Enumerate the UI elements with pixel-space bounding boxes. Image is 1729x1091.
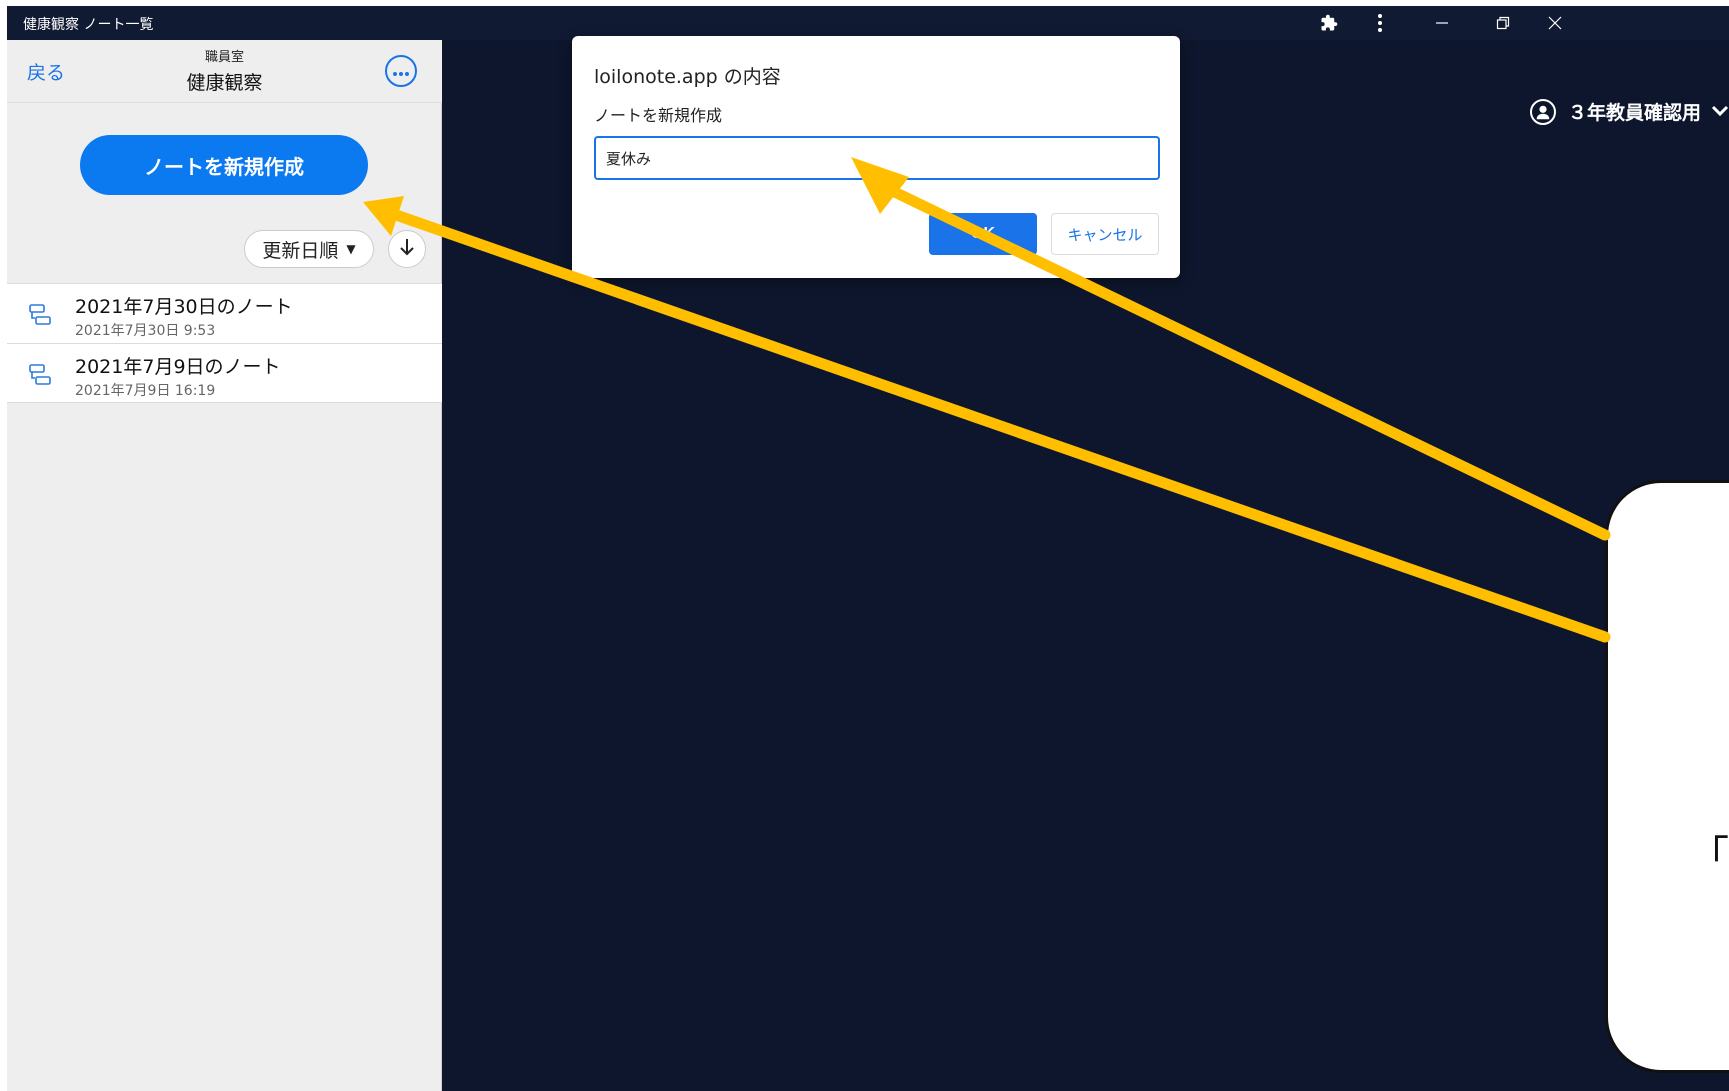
title-bar: 健康観察 ノート一覧 (7, 6, 1729, 40)
extension-puzzle-icon[interactable] (1309, 6, 1349, 40)
kebab-menu-icon[interactable] (1360, 6, 1400, 40)
folder-title: 健康観察 (186, 72, 263, 94)
more-options-button[interactable] (385, 55, 417, 87)
window-title: 健康観察 ノート一覧 (23, 17, 154, 33)
ellipsis-icon (392, 61, 410, 82)
restore-window-icon[interactable] (1483, 6, 1523, 40)
callout-text: 「夏 (1689, 833, 1729, 879)
cancel-button[interactable]: キャンセル (1051, 213, 1159, 255)
arrow-down-icon (399, 237, 415, 261)
note-icon (27, 304, 53, 326)
caret-down-icon: ▼ (346, 242, 356, 256)
note-date: 2021年7月30日 9:53 (75, 323, 216, 339)
sort-order-select[interactable]: 更新日順 ▼ (244, 230, 374, 268)
prompt-dialog: loilonote.app の内容 ノートを新規作成 OK キャンセル (572, 36, 1180, 278)
dialog-title: loilonote.app の内容 (594, 66, 781, 88)
user-avatar-icon (1529, 98, 1556, 125)
dialog-message: ノートを新規作成 (594, 106, 723, 125)
folder-subtitle: 職員室 (204, 50, 244, 65)
sort-direction-button[interactable] (388, 230, 426, 268)
close-window-icon[interactable] (1535, 6, 1575, 40)
note-list-item[interactable]: 2021年7月9日のノート 2021年7月9日 16:19 (7, 343, 442, 403)
sidebar-header: 戻る 職員室 健康観察 (7, 40, 442, 103)
screen: 健康観察 ノート一覧 ３年教員確認用 戻る 職員室 健康観察 ノートを新規作成 … (0, 0, 1729, 1091)
sidebar: 戻る 職員室 健康観察 ノートを新規作成 更新日順 ▼ 2021年7月30日のノ… (7, 40, 442, 1091)
user-menu[interactable]: ３年教員確認用 (1529, 98, 1729, 125)
note-title: 2021年7月30日のノート (75, 296, 293, 318)
new-note-button[interactable]: ノートを新規作成 (80, 135, 368, 195)
user-name: ３年教員確認用 (1567, 102, 1701, 124)
chevron-down-icon (1711, 101, 1729, 122)
ok-button[interactable]: OK (929, 213, 1037, 255)
annotation-callout: 「夏 (1605, 480, 1729, 1073)
minimize-icon[interactable] (1422, 6, 1462, 40)
sort-label: 更新日順 (262, 239, 339, 262)
note-date: 2021年7月9日 16:19 (75, 383, 216, 399)
note-list: 2021年7月30日のノート 2021年7月30日 9:53 2021年7月9日… (7, 283, 442, 403)
note-name-input[interactable] (594, 136, 1160, 180)
note-icon (27, 364, 53, 386)
note-title: 2021年7月9日のノート (75, 356, 281, 378)
note-list-item[interactable]: 2021年7月30日のノート 2021年7月30日 9:53 (7, 283, 442, 343)
